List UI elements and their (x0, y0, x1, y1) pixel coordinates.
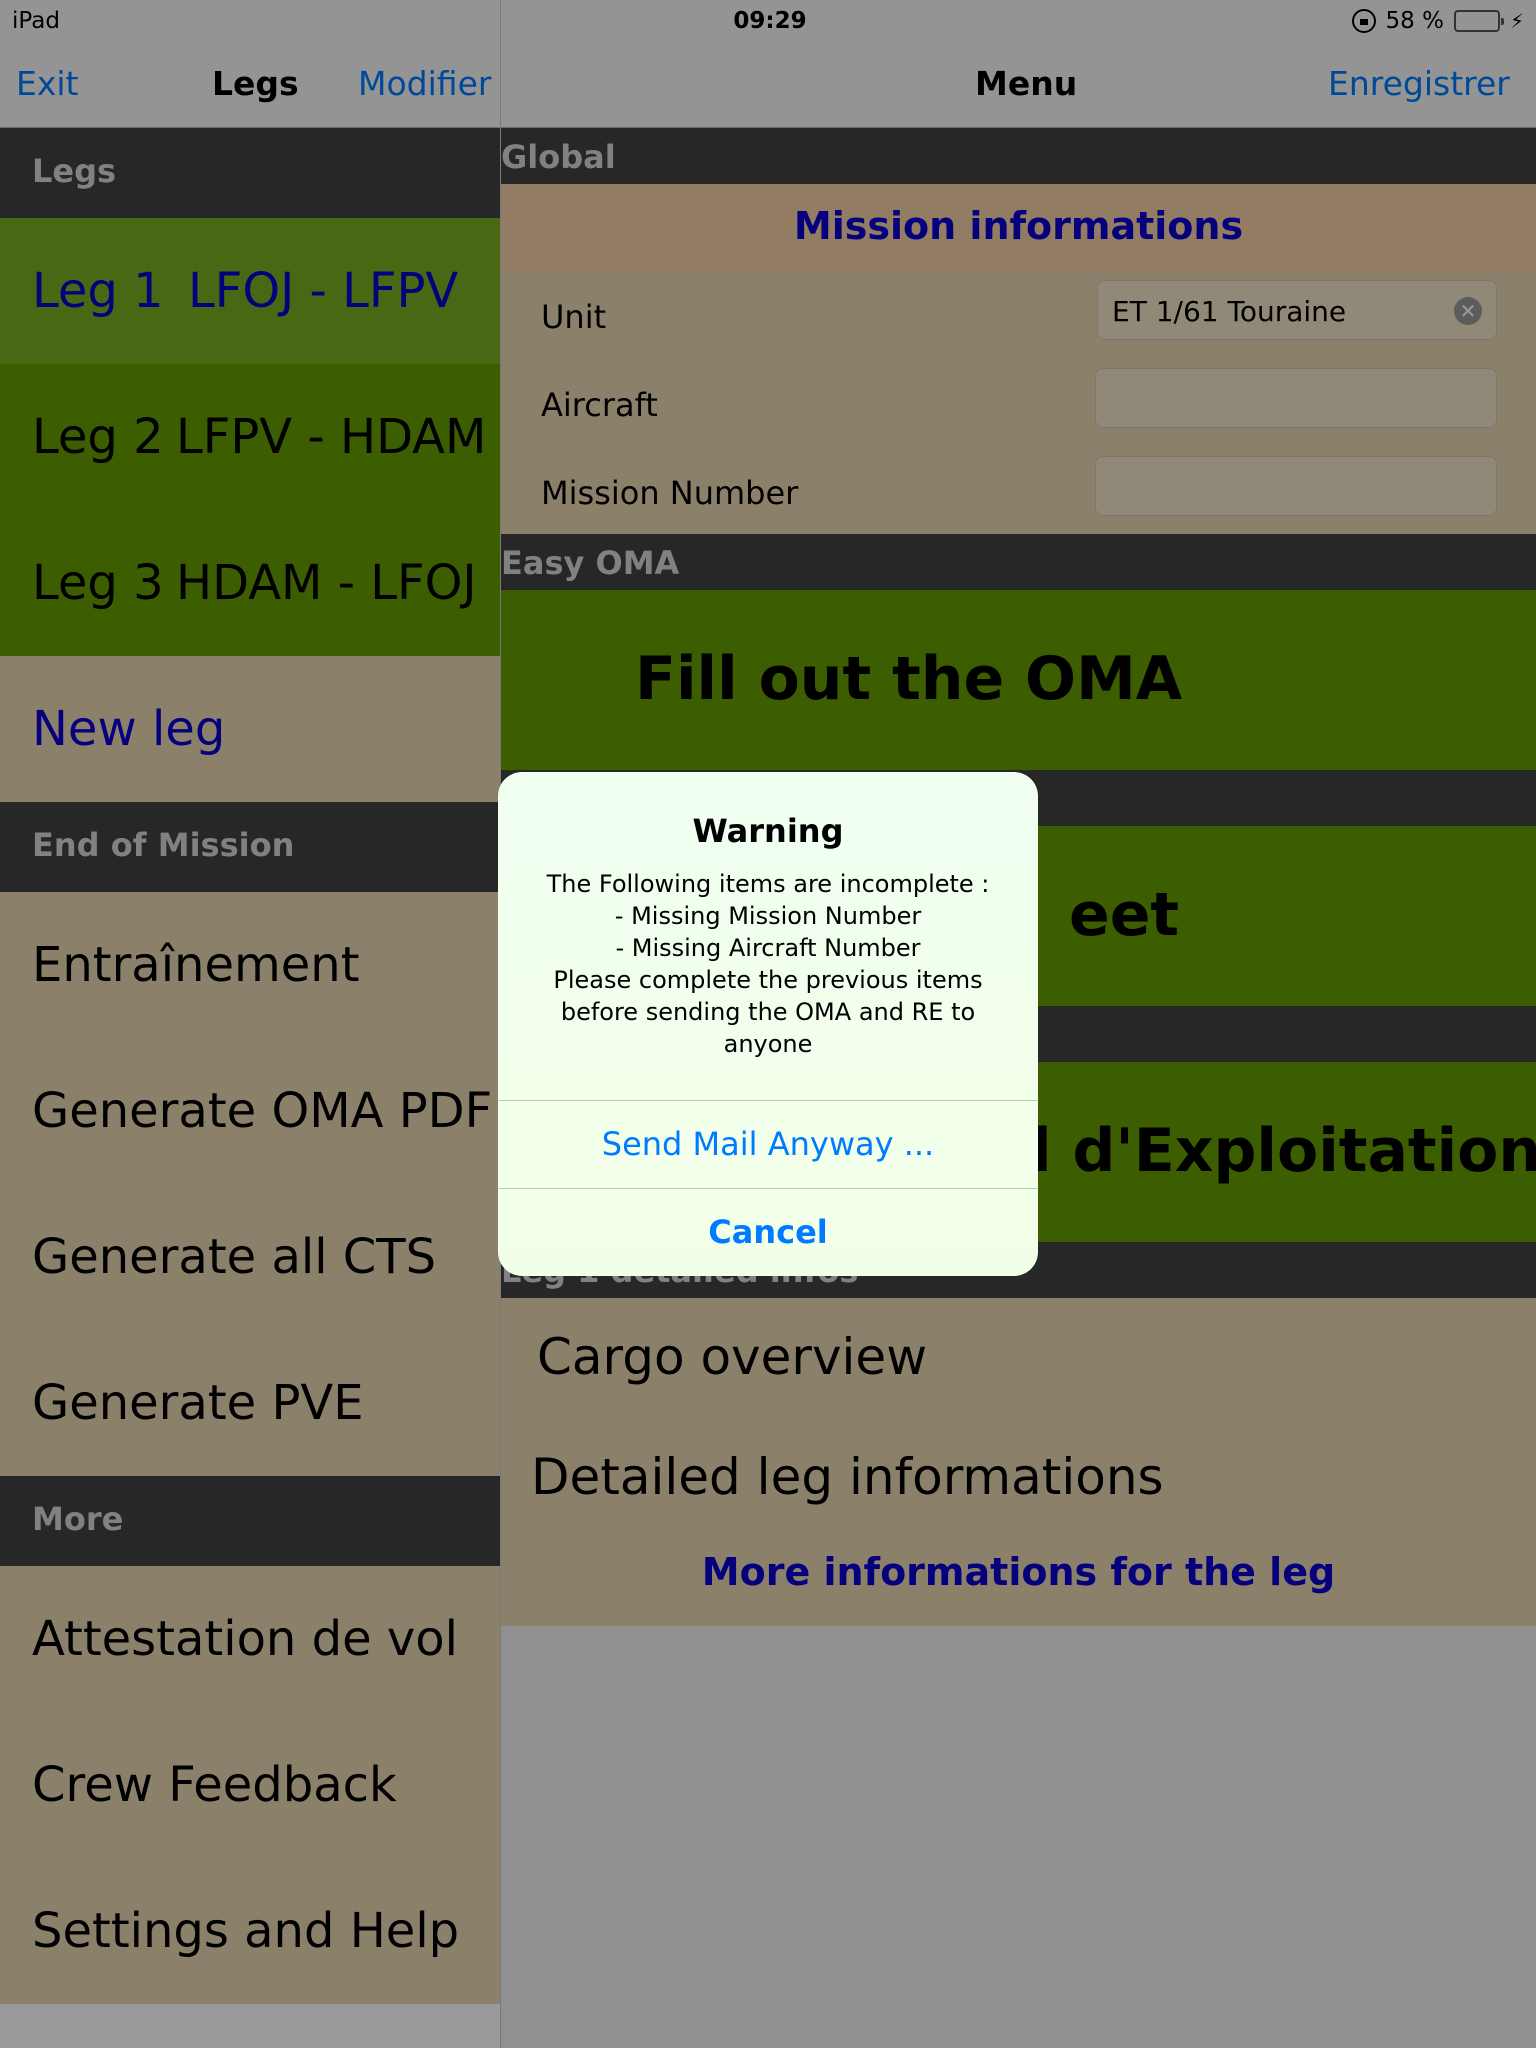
alert-message: The Following items are incomplete : - M… (546, 870, 990, 1058)
alert-title: Warning (692, 812, 844, 850)
warning-alert: Warning The Following items are incomple… (498, 772, 1038, 1276)
cancel-button[interactable]: Cancel (498, 1188, 1038, 1276)
send-mail-anyway-button[interactable]: Send Mail Anyway ... (498, 1100, 1038, 1188)
